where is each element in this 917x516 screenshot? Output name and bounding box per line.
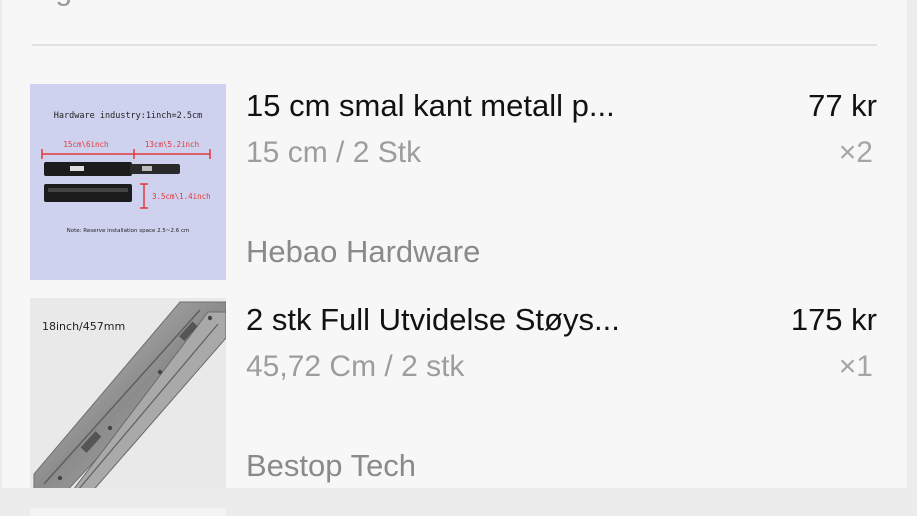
product-variant: 15 cm / 2 Stk [246, 136, 422, 169]
seller-name[interactable]: Bestop Tech [246, 448, 416, 484]
image-note-text: Note: Reserve installation space 2.5~2.6… [67, 228, 190, 234]
product-title[interactable]: 2 stk Full Utvidelse Støys... [246, 302, 726, 338]
product-title[interactable]: 15 cm smal kant metall p... [246, 88, 726, 124]
next-item-peek [30, 508, 226, 516]
list-item[interactable]: Hardware industry:1inch=2.5cm 15cm\6inch… [30, 84, 877, 280]
product-image[interactable]: 18inch/457mm [30, 298, 226, 488]
product-variant: 45,72 Cm / 2 stk [246, 350, 465, 383]
dimension-c-text: 3.5cm\1.4inch [152, 192, 211, 201]
image-heading-text: Hardware industry:1inch=2.5cm [54, 111, 202, 121]
divider [32, 44, 877, 46]
product-image[interactable]: Hardware industry:1inch=2.5cm 15cm\6inch… [30, 84, 226, 280]
partial-header-text: ..ig [32, 0, 72, 8]
dimension-b-text: 13cm\5.2inch [145, 140, 199, 149]
product-quantity: ×2 [838, 136, 873, 169]
product-quantity: ×1 [838, 350, 873, 383]
image-size-label: 18inch/457mm [42, 320, 125, 333]
drawer-slide-diagram: Hardware industry:1inch=2.5cm 15cm\6inch… [30, 84, 226, 280]
order-card: ..ig Hardware industry:1inch=2.5cm 15cm\… [2, 0, 907, 488]
drawer-slide-photo: 18inch/457mm [30, 298, 226, 488]
seller-name[interactable]: Hebao Hardware [246, 234, 480, 270]
dimension-a-text: 15cm\6inch [63, 140, 108, 149]
list-item[interactable]: 18inch/457mm 2 stk Full Utvidelse Støys.… [30, 298, 877, 488]
product-price: 77 kr [808, 88, 877, 123]
product-price: 175 kr [790, 302, 877, 337]
